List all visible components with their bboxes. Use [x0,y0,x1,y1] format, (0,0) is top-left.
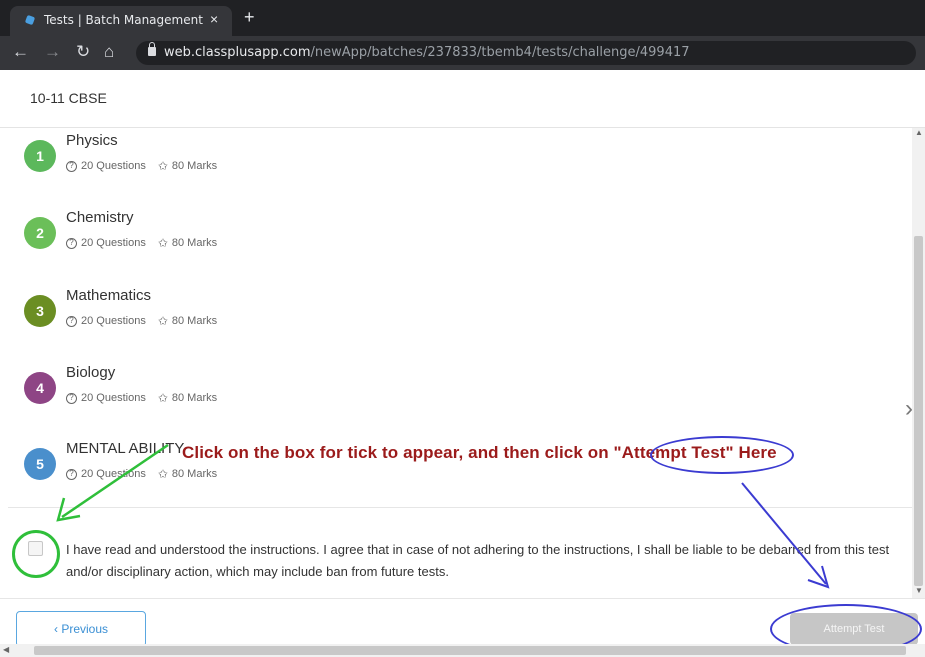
subject-number-badge: 5 [24,448,56,480]
question-circle-icon: ? [66,468,77,480]
annotation-checkbox-circle [12,530,60,578]
horizontal-scroll-thumb[interactable] [34,646,906,655]
previous-button[interactable]: ‹ Previous [16,611,146,647]
question-circle-icon: ? [66,315,77,327]
question-count: 20 Questions [81,392,146,404]
reload-icon[interactable]: ↻ [76,42,90,62]
question-count: 20 Questions [81,315,146,327]
subject-name: Physics [66,132,118,149]
star-icon: ✩ [157,236,168,250]
question-circle-icon: ? [66,392,77,404]
lock-icon [148,42,156,56]
horizontal-scrollbar[interactable]: ◀ [0,644,925,657]
subject-meta: ? 20 Questions ✩ 80 Marks [66,159,217,173]
subject-name: Mathematics [66,287,152,304]
url-text: web.classplusapp.com/newApp/batches/2378… [164,45,690,60]
question-count: 20 Questions [81,468,146,480]
subject-meta: ? 20 Questions ✩ 80 Marks [66,391,217,405]
star-icon: ✩ [157,391,168,405]
question-count: 20 Questions [81,160,146,172]
chevron-right-icon[interactable]: › [896,394,922,424]
subject-item: 3 Mathematics ? 20 Questions ✩ 80 Marks [24,287,624,347]
subject-number-badge: 3 [24,295,56,327]
agreement-text: I have read and understood the instructi… [66,542,890,579]
browser-navbar: ← → ↻ ⌂ web.classplusapp.com/newApp/batc… [0,36,925,70]
subject-number-badge: 2 [24,217,56,249]
tab-close-icon[interactable]: × [210,11,218,27]
browser-tab[interactable]: Tests | Batch Management × [10,6,232,36]
star-icon: ✩ [157,314,168,328]
subject-item: 4 Biology ? 20 Questions ✩ 80 Marks [24,364,624,424]
subject-item: 1 Physics ? 20 Questions ✩ 80 Marks [24,132,624,192]
subject-meta: ? 20 Questions ✩ 80 Marks [66,236,217,250]
tab-favicon-icon [24,14,36,26]
scroll-left-icon[interactable]: ◀ [3,645,9,654]
subject-meta: ? 20 Questions ✩ 80 Marks [66,314,217,328]
subject-item: 2 Chemistry ? 20 Questions ✩ 80 Marks [24,209,624,269]
subject-number-badge: 1 [24,140,56,172]
subject-name: Chemistry [66,209,134,226]
question-circle-icon: ? [66,160,77,172]
question-count: 20 Questions [81,237,146,249]
new-tab-icon[interactable]: + [244,7,255,28]
tab-title: Tests | Batch Management [44,13,203,27]
scroll-up-icon[interactable]: ▲ [915,128,923,137]
annotation-highlight-ellipse [650,436,794,474]
question-circle-icon: ? [66,237,77,249]
url-path: /newApp/batches/237833/tbemb4/tests/chal… [310,45,690,60]
marks-count: 80 Marks [171,315,218,327]
marks-count: 80 Marks [171,392,218,404]
star-icon: ✩ [157,467,168,481]
marks-count: 80 Marks [171,468,218,480]
subject-name: Biology [66,364,116,381]
batch-title: 10-11 CBSE [30,90,107,106]
subject-number-badge: 4 [24,372,56,404]
divider [8,507,912,508]
subject-meta: ? 20 Questions ✩ 80 Marks [66,467,217,481]
url-host: web.classplusapp.com [164,45,311,60]
subject-name: MENTAL ABILITY [66,440,185,457]
marks-count: 80 Marks [171,160,218,172]
browser-tabstrip: Tests | Batch Management × + [0,0,925,36]
star-icon: ✩ [157,159,168,173]
address-bar[interactable]: web.classplusapp.com/newApp/batches/2378… [136,41,916,65]
back-arrow-icon[interactable]: ← [12,42,29,62]
vertical-scrollbar[interactable]: ▲ ▼ [912,128,925,598]
marks-count: 80 Marks [171,237,218,249]
home-icon[interactable]: ⌂ [104,42,114,62]
app-header: 10-11 CBSE [0,70,925,128]
scroll-down-icon[interactable]: ▼ [915,586,923,595]
forward-arrow-icon[interactable]: → [44,42,61,62]
